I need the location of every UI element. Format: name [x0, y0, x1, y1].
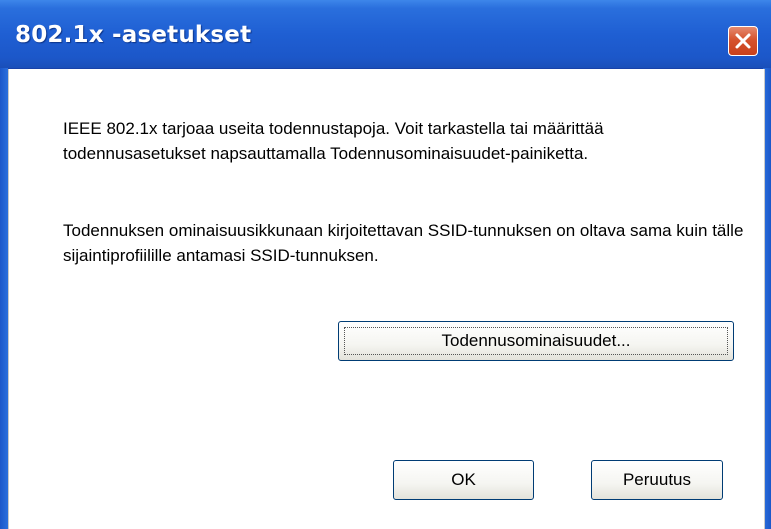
ok-button-label: OK [451, 470, 476, 489]
info-text-ssid: Todennuksen ominaisuusikkunaan kirjoitet… [63, 221, 744, 265]
cancel-button[interactable]: Peruutus [591, 460, 723, 500]
close-button[interactable] [728, 26, 758, 56]
window-frame-left [0, 68, 8, 529]
title-bar[interactable]: 802.1x -asetukset [0, 0, 771, 69]
dialog-window: 802.1x -asetukset IEEE 802.1x tarjoaa us… [0, 0, 771, 529]
window-title: 802.1x -asetukset [15, 22, 252, 48]
authentication-properties-button[interactable]: Todennusominaisuudet... [338, 321, 734, 361]
close-icon [735, 33, 751, 49]
cancel-button-label: Peruutus [622, 470, 692, 489]
authentication-properties-label: Todennusominaisuudet... [441, 331, 631, 350]
ok-button[interactable]: OK [393, 460, 534, 500]
info-text-methods: IEEE 802.1x tarjoaa useita todennustapoj… [63, 119, 604, 163]
